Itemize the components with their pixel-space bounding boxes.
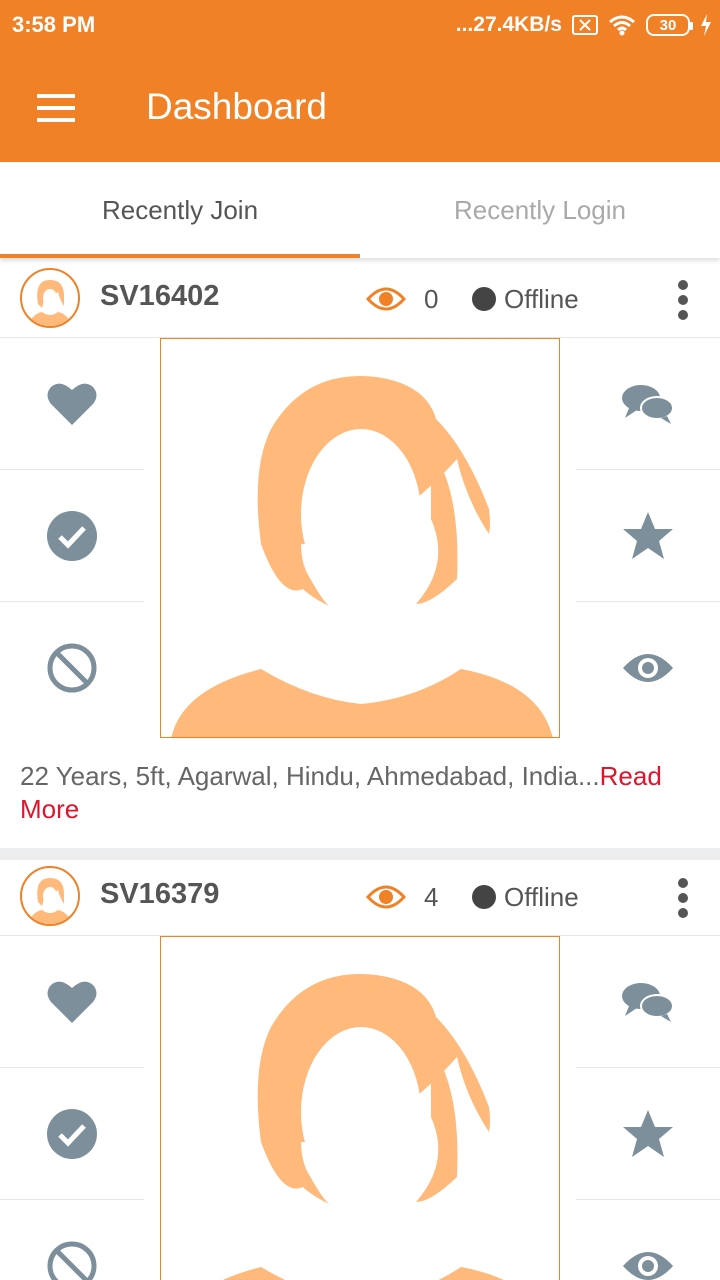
menu-button[interactable] xyxy=(26,80,86,136)
block-icon xyxy=(47,643,97,693)
profile-views: 0 xyxy=(366,280,438,318)
eye-icon xyxy=(623,1252,673,1280)
tab-bar: Recently Join Recently Login xyxy=(0,162,720,258)
like-button[interactable] xyxy=(0,936,144,1068)
view-profile-button[interactable] xyxy=(576,1200,720,1280)
right-actions xyxy=(576,936,720,1280)
avatar[interactable] xyxy=(20,866,80,926)
charging-icon xyxy=(700,14,712,36)
app-bar: Dashboard xyxy=(0,52,720,162)
status-label: Offline xyxy=(504,881,579,912)
shortlist-button[interactable] xyxy=(576,470,720,602)
left-actions xyxy=(0,338,144,734)
accept-button[interactable] xyxy=(0,1068,144,1200)
profile-summary: 22 Years, 5ft, Agarwal, Hindu, Ahmedabad… xyxy=(20,760,710,826)
wifi-icon xyxy=(608,14,636,36)
profile-photo[interactable] xyxy=(160,338,560,738)
more-options-button[interactable] xyxy=(664,874,702,922)
shortlist-button[interactable] xyxy=(576,1068,720,1200)
profile-id: SV16379 xyxy=(100,878,220,910)
profile-card-header: SV16402 0 Offline xyxy=(0,262,720,338)
chat-icon xyxy=(622,384,674,424)
tab-recently-join[interactable]: Recently Join xyxy=(0,162,360,258)
like-button[interactable] xyxy=(0,338,144,470)
heart-icon xyxy=(47,981,97,1023)
hamburger-icon xyxy=(37,94,75,122)
block-icon xyxy=(47,1241,97,1280)
eye-icon xyxy=(366,885,406,909)
status-dot xyxy=(472,885,496,909)
profile-card[interactable]: SV16402 0 Offline 22 Years, 5ft, Agarwal… xyxy=(0,262,720,848)
profile-card-header: SV16379 4 Offline xyxy=(0,860,720,936)
chat-button[interactable] xyxy=(576,338,720,470)
eye-icon xyxy=(623,654,673,682)
profile-details: 22 Years, 5ft, Agarwal, Hindu, Ahmedabad… xyxy=(20,761,600,791)
chat-button[interactable] xyxy=(576,936,720,1068)
online-status: Offline xyxy=(472,280,579,318)
status-label: Offline xyxy=(504,283,579,314)
heart-icon xyxy=(47,383,97,425)
profile-id: SV16402 xyxy=(100,280,220,312)
status-bar: 3:58 PM ...27.4KB/s 30 xyxy=(0,0,720,52)
block-button[interactable] xyxy=(0,602,144,734)
avatar[interactable] xyxy=(20,268,80,328)
battery-icon: 30 xyxy=(646,14,693,36)
view-profile-button[interactable] xyxy=(576,602,720,734)
more-options-button[interactable] xyxy=(664,276,702,324)
profile-views: 4 xyxy=(366,878,438,916)
check-circle-icon xyxy=(47,510,97,561)
status-indicators: ...27.4KB/s 30 xyxy=(456,10,712,40)
star-icon xyxy=(623,511,673,559)
status-time: 3:58 PM xyxy=(12,12,96,37)
tab-recently-login[interactable]: Recently Login xyxy=(360,162,720,258)
left-actions xyxy=(0,936,144,1280)
network-speed: ...27.4KB/s xyxy=(455,13,562,36)
star-icon xyxy=(623,1109,673,1157)
online-status: Offline xyxy=(472,878,579,916)
profile-photo[interactable] xyxy=(160,936,560,1280)
status-dot xyxy=(472,287,496,311)
screen: 3:58 PM ...27.4KB/s 30 Dashboard Recentl… xyxy=(0,0,720,1280)
no-sim-icon xyxy=(572,14,598,36)
active-tab-indicator xyxy=(0,254,360,258)
page-title: Dashboard xyxy=(146,86,328,127)
accept-button[interactable] xyxy=(0,470,144,602)
view-count: 4 xyxy=(424,881,439,912)
right-actions xyxy=(576,338,720,734)
card-separator xyxy=(0,848,720,860)
eye-icon xyxy=(366,287,406,311)
block-button[interactable] xyxy=(0,1200,144,1280)
profile-card[interactable]: SV16379 4 Offline xyxy=(0,860,720,1280)
check-circle-icon xyxy=(47,1108,97,1159)
view-count: 0 xyxy=(424,283,439,314)
battery-level: 30 xyxy=(659,16,677,34)
chat-icon xyxy=(622,982,674,1022)
